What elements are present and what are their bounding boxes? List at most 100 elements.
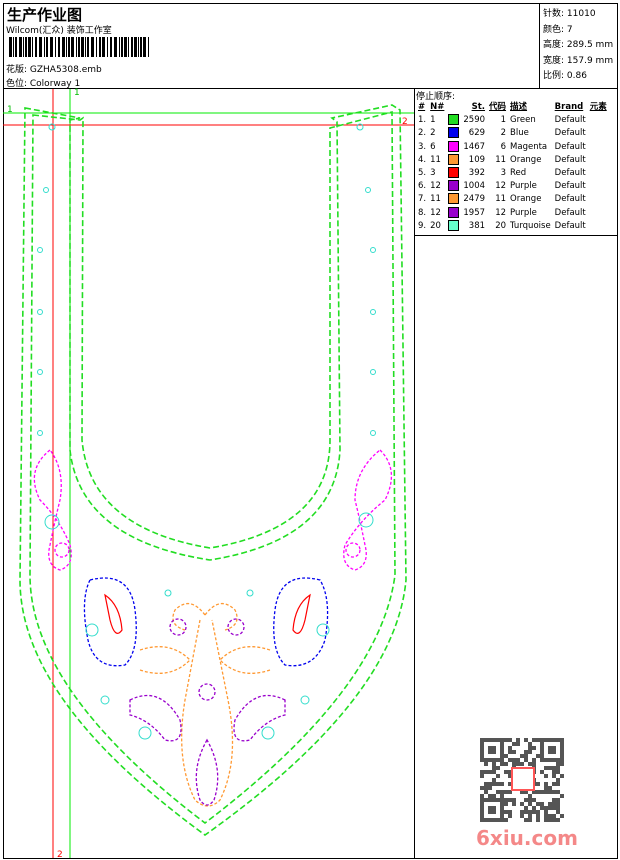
- stitch-count: 629: [468, 128, 486, 139]
- collar-outline: [19, 104, 407, 836]
- brand: Default: [554, 128, 586, 139]
- color-description: Purple: [510, 207, 537, 218]
- row-index: 9.: [418, 220, 427, 231]
- color-description: Turquoise: [510, 220, 551, 231]
- guide-label: 2: [57, 850, 63, 860]
- color-swatch-cell: [446, 153, 461, 167]
- stat-value: 0.86: [566, 71, 587, 81]
- color-description: Purple: [510, 181, 537, 192]
- color-code: 11: [495, 194, 507, 205]
- guide-label: 1: [74, 88, 80, 98]
- table-row: 7. 11 2479 11 Orange Default: [416, 193, 609, 206]
- table-row: 8. 12 1957 12 Purple Default: [416, 206, 609, 220]
- color-swatch-cell: [446, 206, 461, 220]
- needle-number: 11: [430, 194, 441, 205]
- qr-code: [480, 738, 564, 822]
- element: [588, 167, 609, 180]
- watermark-logo: 6xiu.com: [476, 826, 578, 850]
- brand: Default: [554, 181, 586, 192]
- brand: Default: [554, 194, 586, 205]
- color-code: 1: [500, 115, 507, 126]
- stat-value: 11010: [566, 9, 596, 19]
- color-code: 3: [500, 168, 507, 179]
- element: [588, 127, 609, 140]
- stop-sequence-table: # N# St. 代码 描述 Brand 元素 1. 1 2590 1 Green Default 2.…: [416, 101, 609, 233]
- stitch-count: 392: [468, 168, 486, 179]
- stitch-count: 2479: [463, 194, 486, 205]
- color-swatch-cell: [446, 193, 461, 206]
- stat-4: 比例: 0.86: [543, 71, 587, 81]
- color-swatch-cell: [446, 127, 461, 140]
- stat-label: 颜色: [543, 24, 562, 35]
- orange-tree-motif: [139, 603, 271, 807]
- stitch-count: 1004: [463, 181, 486, 192]
- stitch-count: 1957: [463, 207, 486, 218]
- color-swatch-cell: [446, 114, 461, 127]
- row-index: 3.: [418, 141, 427, 152]
- needle-number: 12: [430, 181, 441, 192]
- row-index: 6.: [418, 181, 427, 192]
- stat-1: 颜色: 7: [543, 24, 573, 35]
- table-row: 5. 3 392 3 Red Default: [416, 167, 609, 180]
- stitch-count: 109: [468, 154, 486, 165]
- row-index: 8.: [418, 207, 427, 218]
- element: [588, 141, 609, 154]
- element: [588, 207, 609, 220]
- color-swatch: [448, 193, 460, 205]
- row-index: 1.: [418, 115, 427, 126]
- stat-3: 宽度: 157.9 mm: [543, 55, 614, 66]
- color-description: Magenta: [510, 141, 548, 152]
- color-swatch: [448, 114, 460, 126]
- stat-label: 高度: [543, 40, 562, 50]
- design-canvas: 1 1 2 2: [3, 88, 414, 860]
- color-swatch: [448, 127, 460, 139]
- element: [588, 193, 609, 206]
- stat-label: 针数: [543, 9, 562, 19]
- needle-number: 3: [430, 168, 436, 179]
- color-code: 11: [495, 154, 507, 165]
- color-code: 12: [495, 207, 507, 218]
- color-swatch-cell: [446, 167, 461, 180]
- stat-label: 宽度: [543, 55, 562, 66]
- element: [588, 180, 609, 193]
- color-description: Green: [510, 115, 536, 126]
- color-swatch: [448, 180, 460, 192]
- element: [588, 220, 609, 233]
- needle-number: 2: [430, 128, 436, 139]
- column-header: 代码: [489, 102, 507, 113]
- color-swatch-cell: [446, 140, 461, 154]
- color-description: Red: [510, 168, 527, 179]
- element: [588, 154, 609, 167]
- row-index: 5.: [418, 168, 427, 179]
- brand: Default: [554, 168, 586, 179]
- needle-number: 1: [430, 115, 436, 126]
- color-description: Blue: [510, 128, 529, 139]
- column-header: [446, 101, 461, 114]
- column-header: 描述: [510, 102, 528, 113]
- color-description: Orange: [510, 154, 542, 165]
- color-swatch: [448, 219, 460, 231]
- stat-0: 针数: 11010: [543, 9, 596, 19]
- table-row: 6. 12 1004 12 Purple Default: [416, 180, 609, 193]
- column-header: St.: [471, 102, 486, 113]
- color-swatch-cell: [446, 180, 461, 193]
- preview-divider: [414, 235, 415, 859]
- needle-number: 6: [430, 141, 436, 152]
- color-code: 20: [495, 220, 507, 231]
- stat-label: 比例: [543, 71, 562, 81]
- brand: Default: [554, 220, 586, 231]
- table-row: 2. 2 629 2 Blue Default: [416, 127, 609, 140]
- stitch-count: 381: [468, 220, 486, 231]
- row-index: 4.: [418, 154, 427, 165]
- row-index: 7.: [418, 194, 427, 205]
- brand: Default: [554, 207, 586, 218]
- table-row: 4. 11 109 11 Orange Default: [416, 153, 609, 167]
- color-code: 6: [500, 141, 507, 152]
- stat-value: 157.9 mm: [566, 55, 614, 66]
- color-swatch: [448, 167, 460, 179]
- brand: Default: [554, 115, 586, 126]
- color-description: Orange: [510, 194, 542, 205]
- color-swatch: [448, 153, 460, 165]
- needle-number: 11: [430, 154, 441, 165]
- stitch-count: 1467: [463, 141, 486, 152]
